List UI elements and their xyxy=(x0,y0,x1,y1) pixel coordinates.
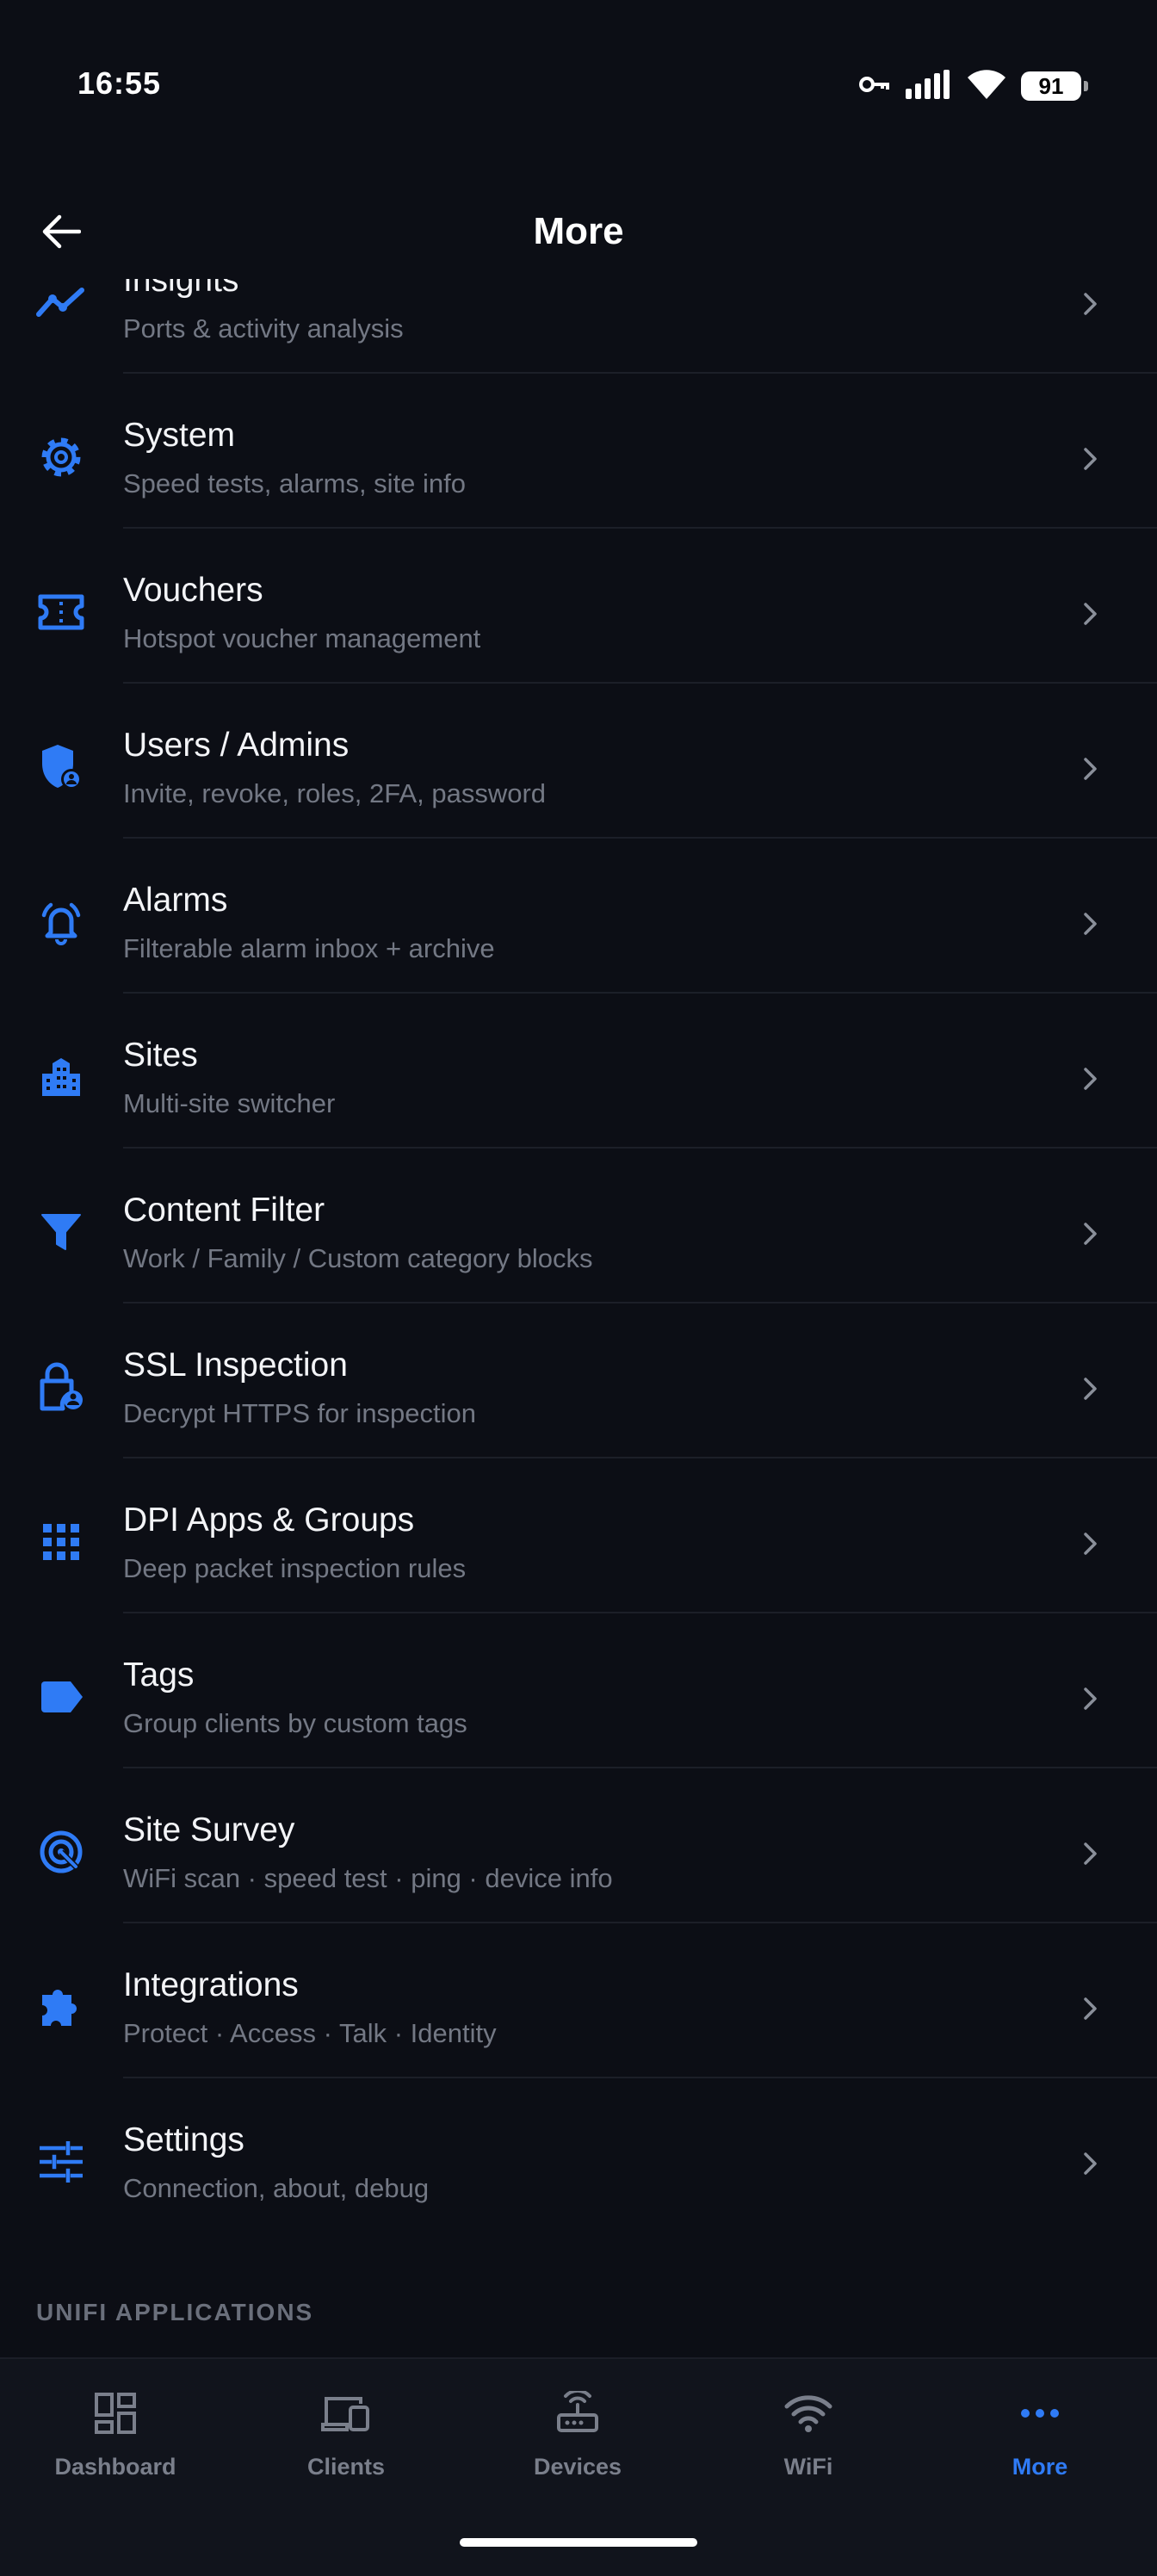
chevron-right-icon xyxy=(1069,2142,1112,2185)
status-icons: 91 xyxy=(859,67,1088,105)
menu-item-subtitle: Group clients by custom tags xyxy=(123,1708,467,1738)
menu-item-title: Tags xyxy=(123,1656,195,1694)
router-icon xyxy=(462,2385,693,2442)
chevron-right-icon xyxy=(1069,1057,1112,1100)
vpn-key-icon xyxy=(859,74,890,99)
menu-item-tags[interactable]: Tags Group clients by custom tags xyxy=(0,1613,1157,1768)
chevron-right-icon xyxy=(1069,437,1112,480)
menu-item-subtitle: Multi-site switcher xyxy=(123,1088,336,1118)
menu-item-site-survey[interactable]: Site Survey WiFi scan · speed test · pin… xyxy=(0,1768,1157,1923)
page-title: More xyxy=(533,210,624,252)
status-bar: 16:55 91 xyxy=(0,0,1157,172)
menu-item-title: Insights xyxy=(123,279,239,299)
nav-tab-dashboard[interactable]: Dashboard xyxy=(0,2385,231,2497)
menu-item-title: Site Survey xyxy=(123,1811,295,1848)
menu-item-subtitle: Speed tests, alarms, site info xyxy=(123,468,467,498)
menu-item-ssl-inspection[interactable]: SSL Inspection Decrypt HTTPS for inspect… xyxy=(0,1303,1157,1458)
menu-item-insights[interactable]: Insights Ports & activity analysis xyxy=(0,279,1157,374)
nav-label: WiFi xyxy=(783,2454,833,2480)
gear-icon xyxy=(31,427,91,487)
more-dots-icon xyxy=(925,2385,1155,2442)
nav-tab-clients[interactable]: Clients xyxy=(231,2385,461,2497)
menu-item-title: Sites xyxy=(123,1037,198,1074)
home-indicator[interactable] xyxy=(460,2538,697,2547)
radar-icon xyxy=(31,1822,91,1882)
chevron-right-icon xyxy=(1069,1212,1112,1255)
chevron-right-icon xyxy=(1069,1522,1112,1565)
menu-item-sites[interactable]: Sites Multi-site switcher xyxy=(0,994,1157,1149)
chevron-right-icon xyxy=(1069,282,1112,325)
menu-item-subtitle: Work / Family / Custom category blocks xyxy=(123,1243,593,1273)
lock-person-icon xyxy=(31,1357,91,1417)
nav-label: More xyxy=(1012,2454,1068,2480)
chevron-right-icon xyxy=(1069,902,1112,945)
wifi-status-icon xyxy=(968,69,1005,103)
menu-item-subtitle: Filterable alarm inbox + archive xyxy=(123,933,495,963)
puzzle-icon xyxy=(31,1977,91,2037)
menu-item-integrations[interactable]: Integrations Protect · Access · Talk · I… xyxy=(0,1923,1157,2078)
apps-grid-icon xyxy=(31,1512,91,1572)
menu-item-settings[interactable]: Settings Connection, about, debug xyxy=(0,2078,1157,2233)
admin-shield-icon xyxy=(31,737,91,797)
buildings-icon xyxy=(31,1047,91,1107)
menu-item-alarms[interactable]: Alarms Filterable alarm inbox + archive xyxy=(0,839,1157,994)
menu-item-subtitle: Hotspot voucher management xyxy=(123,623,481,653)
chevron-right-icon xyxy=(1069,1832,1112,1875)
menu-item-content-filter[interactable]: Content Filter Work / Family / Custom ca… xyxy=(0,1149,1157,1303)
menu-item-subtitle: Ports & activity analysis xyxy=(123,313,404,344)
nav-label: Devices xyxy=(533,2454,622,2480)
menu-item-subtitle: Invite, revoke, roles, 2FA, password xyxy=(123,778,547,808)
menu-item-title: Settings xyxy=(123,2121,244,2158)
menu-item-users-admins[interactable]: Users / Admins Invite, revoke, roles, 2F… xyxy=(0,684,1157,839)
bottom-nav: Dashboard Clients Devices WiFi More xyxy=(0,2357,1157,2576)
menu-item-vouchers[interactable]: Vouchers Hotspot voucher management xyxy=(0,529,1157,684)
menu-item-title: Integrations xyxy=(123,1966,299,2003)
filter-icon xyxy=(31,1202,91,1262)
nav-label: Dashboard xyxy=(54,2454,176,2480)
tag-icon xyxy=(31,1667,91,1727)
nav-tab-devices[interactable]: Devices xyxy=(462,2385,693,2497)
status-time: 16:55 xyxy=(77,65,162,101)
menu-item-subtitle: Decrypt HTTPS for inspection xyxy=(123,1398,477,1428)
menu-item-system[interactable]: System Speed tests, alarms, site info xyxy=(0,374,1157,529)
menu-item-subtitle: Deep packet inspection rules xyxy=(123,1553,467,1583)
app-header: More xyxy=(0,189,1157,276)
chevron-right-icon xyxy=(1069,1367,1112,1410)
nav-tab-more[interactable]: More xyxy=(925,2385,1155,2497)
menu-item-subtitle: Connection, about, debug xyxy=(123,2173,430,2203)
dashboard-icon xyxy=(0,2385,231,2442)
menu-item-title: Vouchers xyxy=(123,572,263,609)
chevron-right-icon xyxy=(1069,592,1112,635)
menu-item-title: Users / Admins xyxy=(123,727,350,764)
battery-indicator: 91 xyxy=(1021,71,1088,101)
ticket-icon xyxy=(31,582,91,642)
menu-item-subtitle: Protect · Access · Talk · Identity xyxy=(123,2018,497,2048)
menu-item-title: Alarms xyxy=(123,882,228,919)
nav-tab-wifi[interactable]: WiFi xyxy=(693,2385,924,2497)
menu-list: Insights Ports & activity analysis Syste… xyxy=(0,279,1157,2354)
chevron-right-icon xyxy=(1069,747,1112,790)
menu-item-title: Content Filter xyxy=(123,1192,325,1229)
chevron-right-icon xyxy=(1069,1677,1112,1720)
menu-list-viewport[interactable]: Insights Ports & activity analysis Syste… xyxy=(0,279,1157,2354)
tune-icon xyxy=(31,2132,91,2192)
menu-item-dpi-apps-groups[interactable]: DPI Apps & Groups Deep packet inspection… xyxy=(0,1458,1157,1613)
insights-icon xyxy=(31,279,91,332)
menu-item-subtitle: WiFi scan · speed test · ping · device i… xyxy=(123,1863,613,1893)
menu-item-title: DPI Apps & Groups xyxy=(123,1502,415,1539)
chevron-right-icon xyxy=(1069,1987,1112,2030)
alarm-bell-icon xyxy=(31,892,91,952)
section-header-unifi-applications: UNIFI APPLICATIONS xyxy=(36,2299,314,2325)
wifi-icon xyxy=(693,2385,924,2442)
signal-icon xyxy=(906,69,952,103)
menu-item-title: System xyxy=(123,417,236,454)
devices-icon xyxy=(231,2385,461,2442)
menu-item-title: SSL Inspection xyxy=(123,1347,348,1384)
nav-label: Clients xyxy=(306,2454,386,2480)
